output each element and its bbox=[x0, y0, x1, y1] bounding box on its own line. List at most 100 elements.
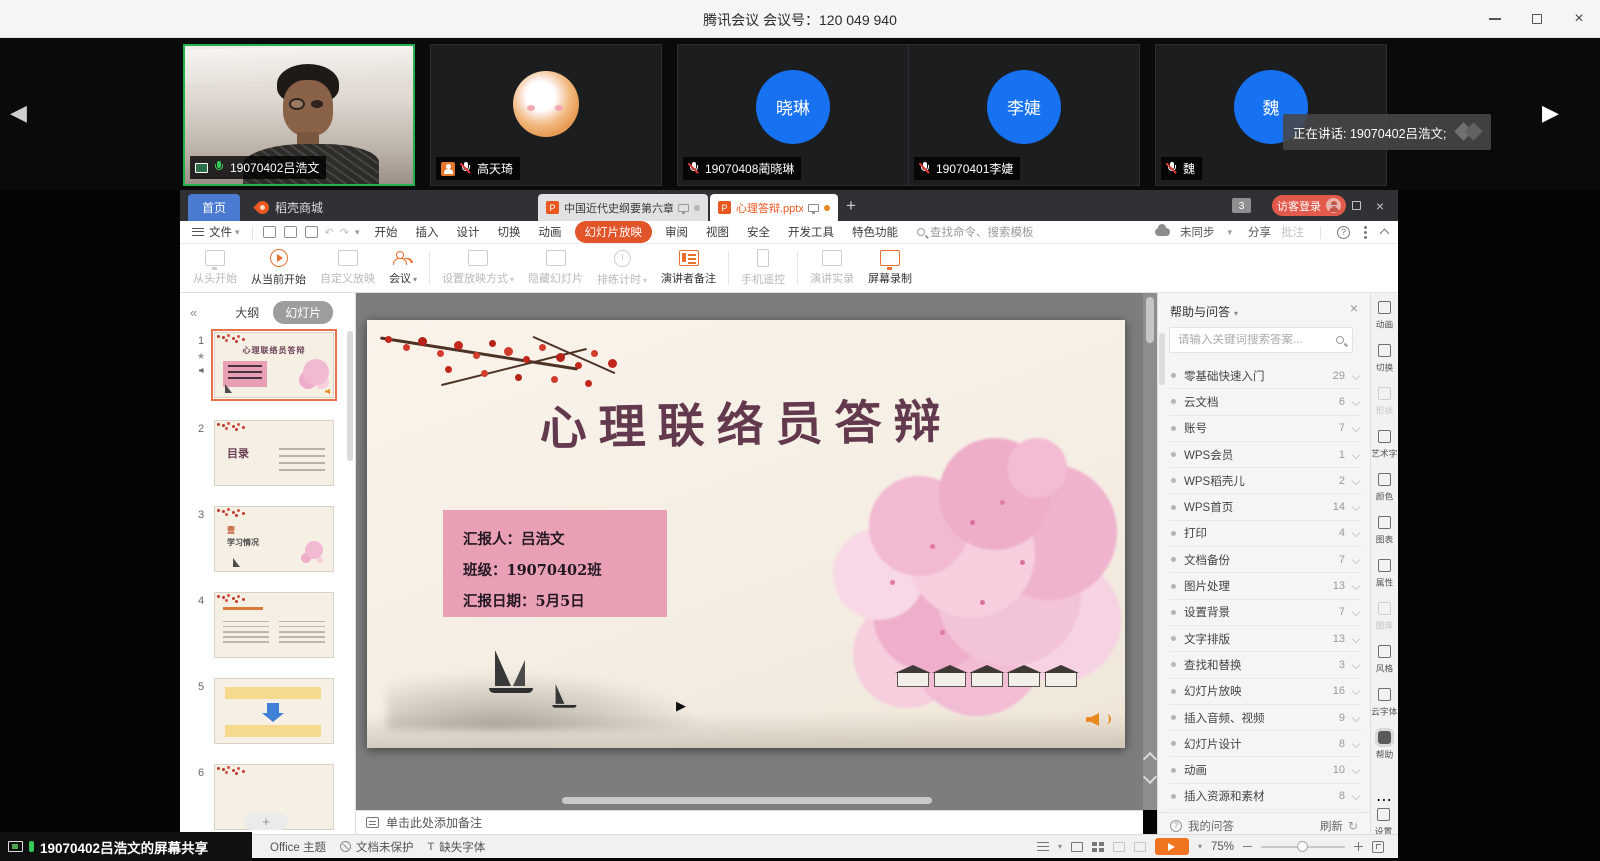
help-topic-row[interactable]: 幻灯片设计 8 bbox=[1169, 731, 1361, 757]
ribbon-from-current[interactable]: 从当前开始 bbox=[244, 249, 313, 287]
sidebar-tool[interactable]: 图表 bbox=[1375, 516, 1394, 559]
status-protection[interactable]: 文档未保护 bbox=[340, 839, 414, 855]
sidebar-tool[interactable]: 颜色 bbox=[1375, 473, 1394, 516]
help-search-box[interactable] bbox=[1169, 327, 1353, 353]
help-topic-row[interactable]: 打印 4 bbox=[1169, 521, 1361, 547]
tab-document-2-active[interactable]: P 心理答辩.pptx bbox=[710, 194, 838, 221]
help-topic-row[interactable]: 文档备份 7 bbox=[1169, 547, 1361, 573]
tab-slides-active[interactable]: 幻灯片 bbox=[273, 301, 333, 324]
quickbar-more-icon[interactable]: ▾ bbox=[355, 227, 360, 238]
refresh-link[interactable]: 刷新 bbox=[1320, 818, 1343, 834]
more-menu-icon[interactable] bbox=[1364, 231, 1367, 234]
help-topic-row[interactable]: WPS会员 1 bbox=[1169, 442, 1361, 468]
help-topic-row[interactable]: 账号 7 bbox=[1169, 416, 1361, 442]
redo-icon[interactable]: ↷ bbox=[340, 226, 349, 239]
video-tile[interactable]: 高天琦 bbox=[430, 44, 662, 186]
tab-count-badge[interactable]: 3 bbox=[1232, 198, 1251, 213]
wps-minimize-button[interactable] bbox=[1320, 205, 1344, 207]
menu-devtools[interactable]: 开发工具 bbox=[779, 224, 843, 240]
menu-view[interactable]: 视图 bbox=[697, 224, 738, 240]
help-icon[interactable]: ? bbox=[1337, 226, 1350, 239]
ribbon-record-lecture[interactable]: 演讲实录 bbox=[803, 250, 861, 286]
prev-page-icon[interactable]: ◀ bbox=[10, 100, 27, 126]
help-panel-title[interactable]: 帮助与问答 bbox=[1170, 303, 1238, 320]
reading-view-icon[interactable] bbox=[1113, 842, 1125, 852]
wps-close-button[interactable]: × bbox=[1368, 198, 1392, 214]
collapse-ribbon-icon[interactable] bbox=[1380, 229, 1390, 239]
help-topic-row[interactable]: 云文档 6 bbox=[1169, 389, 1361, 415]
next-slide-icon[interactable] bbox=[1143, 770, 1157, 784]
sidebar-tool[interactable]: 切换 bbox=[1375, 344, 1394, 387]
ribbon-speaker-notes[interactable]: 演讲者备注 bbox=[654, 250, 723, 286]
print-icon[interactable] bbox=[284, 226, 297, 238]
refresh-icon[interactable]: ↻ bbox=[1348, 819, 1358, 833]
menu-security[interactable]: 安全 bbox=[738, 224, 779, 240]
play-slideshow-button[interactable] bbox=[1155, 838, 1189, 855]
help-topic-row[interactable]: 设置背景 7 bbox=[1169, 600, 1361, 626]
my-questions-link[interactable]: 我的问答 bbox=[1188, 818, 1234, 834]
help-topic-row[interactable]: 幻灯片放映 16 bbox=[1169, 679, 1361, 705]
add-slide-button[interactable]: + bbox=[244, 813, 288, 830]
help-topic-row[interactable]: 文字排版 13 bbox=[1169, 626, 1361, 652]
slide-thumbnail-5[interactable] bbox=[214, 678, 334, 744]
ribbon-setup-show[interactable]: 设置放映方式 bbox=[435, 250, 521, 286]
notes-bar[interactable]: 单击此处添加备注 bbox=[356, 810, 1143, 834]
previous-slide-icon[interactable] bbox=[1143, 752, 1157, 766]
next-page-icon[interactable]: ▶ bbox=[1542, 100, 1559, 126]
status-missing-font[interactable]: T缺失字体 bbox=[428, 839, 486, 855]
preview-icon[interactable] bbox=[305, 226, 318, 238]
sidebar-tool[interactable]: 图库 bbox=[1375, 602, 1394, 645]
vertical-scrollbar[interactable] bbox=[1143, 293, 1157, 810]
save-icon[interactable] bbox=[263, 226, 276, 238]
menu-review[interactable]: 审阅 bbox=[656, 224, 697, 240]
zoom-level[interactable]: 75% bbox=[1211, 841, 1234, 853]
ribbon-custom-show[interactable]: 自定义放映 bbox=[313, 250, 382, 286]
ribbon-phone-remote[interactable]: 手机遥控 bbox=[734, 249, 792, 287]
comment-button[interactable]: 批注 bbox=[1281, 224, 1304, 240]
collapse-panel-icon[interactable]: « bbox=[190, 305, 197, 320]
command-search[interactable]: 查找命令、搜索模板 bbox=[917, 224, 1034, 240]
new-tab-button[interactable]: + bbox=[846, 196, 856, 216]
tab-home[interactable]: 首页 bbox=[188, 194, 240, 221]
help-topic-row[interactable]: 图片处理 13 bbox=[1169, 573, 1361, 599]
horizontal-scrollbar[interactable] bbox=[562, 797, 932, 804]
help-topic-row[interactable]: 动画 10 bbox=[1169, 757, 1361, 783]
sidebar-tool[interactable]: 属性 bbox=[1375, 559, 1394, 602]
normal-view-icon[interactable] bbox=[1071, 842, 1083, 852]
video-tile-speaker[interactable]: 19070402吕浩文 bbox=[183, 44, 415, 186]
sync-status[interactable]: 未同步 bbox=[1180, 224, 1215, 240]
ribbon-from-beginning[interactable]: 从头开始 bbox=[186, 250, 244, 286]
zoom-slider-thumb[interactable] bbox=[1297, 841, 1308, 852]
slide-thumbnail-2[interactable]: 目录 bbox=[214, 420, 334, 486]
wps-restore-button[interactable] bbox=[1344, 201, 1368, 210]
help-topic-row[interactable]: WPS稻壳儿 2 bbox=[1169, 468, 1361, 494]
close-button[interactable]: × bbox=[1558, 0, 1600, 38]
sidebar-tool[interactable]: 云字体 bbox=[1370, 688, 1399, 731]
help-scrollbar[interactable] bbox=[1159, 333, 1165, 385]
slide-thumbnail-4[interactable] bbox=[214, 592, 334, 658]
menu-start[interactable]: 开始 bbox=[366, 224, 407, 240]
close-panel-icon[interactable]: × bbox=[1350, 300, 1358, 316]
ribbon-hide-slide[interactable]: 隐藏幻灯片 bbox=[521, 250, 590, 286]
slide-thumbnail-3[interactable]: 壹 学习情况 bbox=[214, 506, 334, 572]
ribbon-rehearse[interactable]: 排练计时 bbox=[590, 250, 654, 287]
sidebar-tool[interactable]: 形状 bbox=[1375, 387, 1394, 430]
help-topic-row[interactable]: 查找和替换 3 bbox=[1169, 652, 1361, 678]
menu-features[interactable]: 特色功能 bbox=[843, 224, 907, 240]
help-topic-row[interactable]: WPS首页 14 bbox=[1169, 494, 1361, 520]
help-topic-row[interactable]: 零基础快速入门 29 bbox=[1169, 363, 1361, 389]
menu-transition[interactable]: 切换 bbox=[489, 224, 530, 240]
ribbon-meeting[interactable]: 会议 bbox=[382, 250, 424, 286]
tab-document-1[interactable]: P 中国近代史纲要第六章.pptx bbox=[538, 194, 708, 221]
minimize-button[interactable] bbox=[1474, 0, 1516, 38]
file-menu[interactable]: 文件 bbox=[209, 224, 232, 240]
notes-toggle-icon[interactable] bbox=[1037, 842, 1049, 851]
cloud-sync-icon[interactable] bbox=[1155, 228, 1170, 236]
slide-thumbnail-1[interactable]: 心理联络员答辩 bbox=[214, 332, 334, 398]
sidebar-tool[interactable]: 帮助 bbox=[1375, 731, 1394, 774]
help-topic-row[interactable]: 插入音频、视频 9 bbox=[1169, 705, 1361, 731]
ribbon-screen-record[interactable]: 屏幕录制 bbox=[861, 250, 919, 286]
slide-canvas[interactable]: 心理联络员答辩 汇报人：吕浩文 班级：19070402班 汇报日期：5月5日 bbox=[367, 320, 1125, 748]
menu-slideshow-active[interactable]: 幻灯片放映 bbox=[575, 221, 653, 243]
zoom-out-button[interactable] bbox=[1243, 846, 1252, 848]
